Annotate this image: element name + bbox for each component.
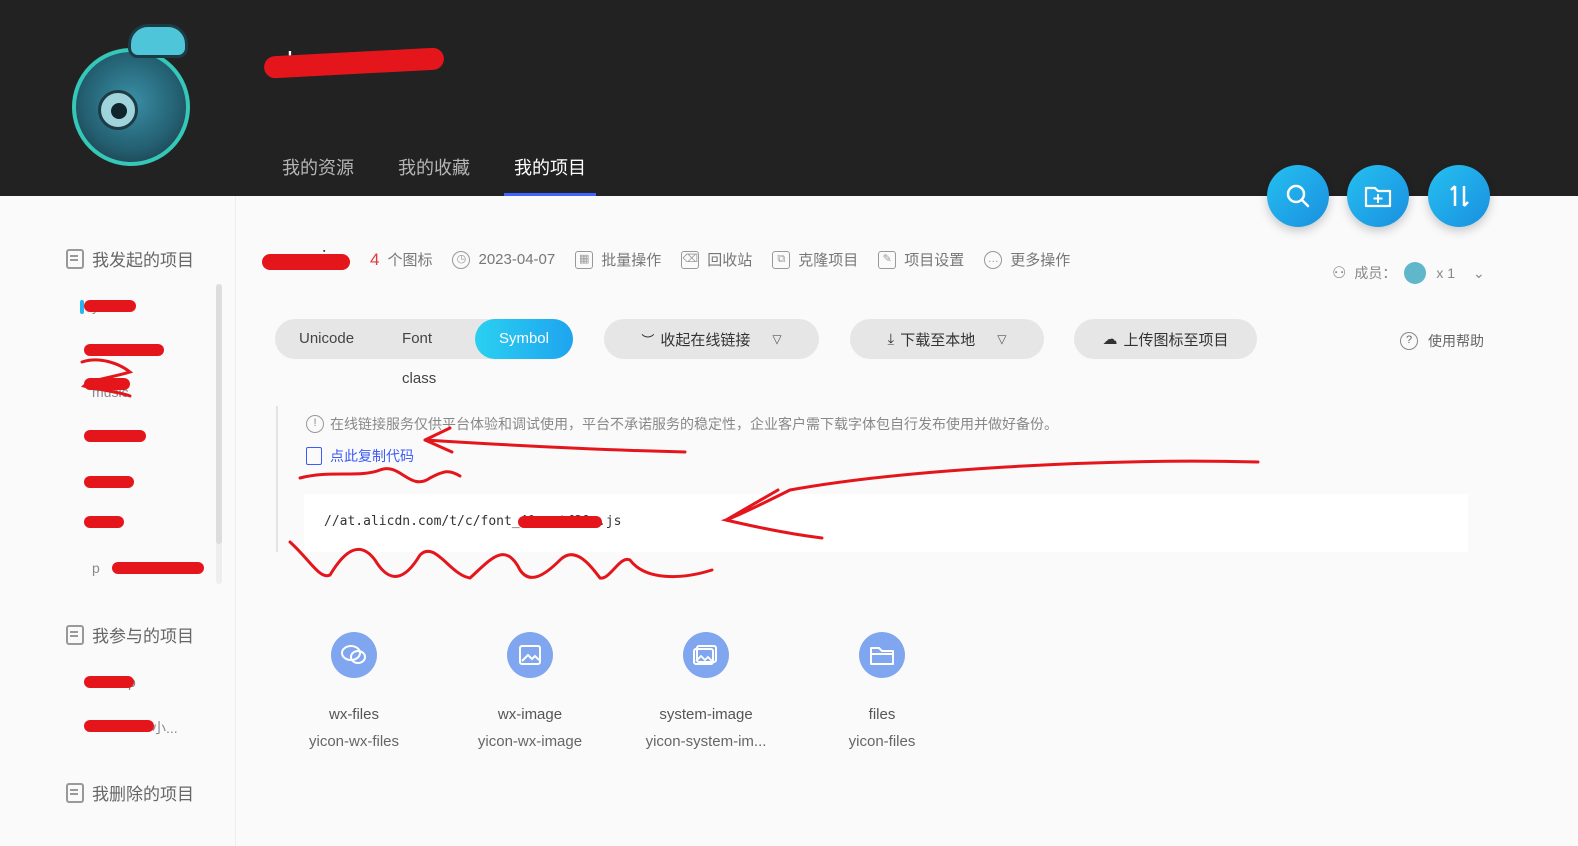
- clock-icon: ◷: [452, 250, 471, 269]
- batch-operation-button[interactable]: ▦ 批量操作: [575, 249, 661, 270]
- icon-code: yicon-wx-files: [308, 733, 399, 750]
- edit-icon: ✎: [878, 250, 897, 269]
- image-icon[interactable]: [507, 632, 553, 678]
- service-notice: ! 在线链接服务仅供平台体验和调试使用，平台不承诺服务的稳定性，企业客户需下载字…: [306, 414, 1058, 434]
- icon-name: wx-image: [497, 706, 563, 723]
- project-list-icon: [66, 624, 84, 645]
- tab-my-resources[interactable]: 我的资源: [282, 154, 354, 196]
- sidebar-project-item[interactable]: p: [84, 674, 136, 690]
- project-name: in: [262, 248, 352, 271]
- project-sidebar: 我发起的项目 y music p 我参与的项目 p 小... 我删除的项目: [0, 196, 236, 846]
- sidebar-project-item[interactable]: y: [84, 298, 136, 314]
- members-control[interactable]: ⚇ 成员： x 1 ⌄: [1332, 262, 1485, 284]
- cloud-upload-icon: ☁: [1102, 331, 1118, 348]
- tab-my-projects[interactable]: 我的项目: [504, 154, 596, 196]
- chevron-down-icon: ▽: [772, 332, 782, 346]
- redaction-scribble: [518, 516, 602, 528]
- sidebar-project-item[interactable]: music: [84, 378, 130, 400]
- avatar[interactable]: [72, 24, 190, 166]
- icon-code: yicon-system-im...: [645, 733, 767, 750]
- created-date: ◷ 2023-04-07: [452, 250, 555, 269]
- help-link[interactable]: ? 使用帮助: [1400, 331, 1484, 351]
- profile-tabs: 我的资源 我的收藏 我的项目: [282, 154, 630, 196]
- avatar-mascot-crest: [128, 24, 188, 58]
- trash-icon: ⌫: [681, 250, 700, 269]
- grid-icon: ▦: [575, 250, 594, 269]
- sort-icon: [1450, 185, 1469, 207]
- chevron-down-icon: ▽: [997, 332, 1007, 346]
- icon-card[interactable]: system-image yicon-system-im...: [631, 632, 781, 750]
- section-participating-projects[interactable]: 我参与的项目: [66, 622, 194, 647]
- more-icon: …: [984, 250, 1003, 269]
- project-info-bar: in 4 个图标 ◷2023-04-07 ▦批量操作 ⌫回收站 ⧉克隆项目 ✎项…: [262, 248, 1090, 271]
- icon-count-label: 个图标: [387, 252, 433, 269]
- format-switcher: Unicode Font class Symbol: [275, 319, 573, 387]
- clone-icon: ⧉: [772, 250, 791, 269]
- search-icon: [1286, 184, 1310, 208]
- tab-font-class[interactable]: Font class: [378, 319, 475, 387]
- profile-header: zh 我的资源 我的收藏 我的项目: [0, 0, 1578, 196]
- search-button[interactable]: [1267, 165, 1329, 227]
- online-link-panel: ! 在线链接服务仅供平台体验和调试使用，平台不承诺服务的稳定性，企业客户需下载字…: [276, 406, 1476, 552]
- upload-icons-button[interactable]: ☁ 上传图标至项目: [1074, 319, 1257, 359]
- section-my-created-projects[interactable]: 我发起的项目: [66, 246, 194, 271]
- more-actions-button[interactable]: … 更多操作: [984, 249, 1070, 270]
- icon-name: system-image: [659, 706, 753, 723]
- eye-closed-icon: ︶: [641, 332, 655, 348]
- icon-code: yicon-files: [848, 733, 916, 750]
- member-avatar: [1404, 262, 1427, 284]
- tab-my-favorites[interactable]: 我的收藏: [398, 154, 470, 196]
- username: zh: [263, 46, 445, 79]
- folder-icon[interactable]: [859, 632, 905, 678]
- redaction-scribble: [262, 254, 350, 270]
- icon-card[interactable]: wx-files yicon-wx-files: [279, 632, 429, 750]
- sidebar-scroll-thumb[interactable]: [216, 284, 222, 544]
- info-icon: !: [306, 415, 324, 433]
- project-list-icon: [66, 782, 84, 803]
- wechat-icon[interactable]: [331, 632, 377, 678]
- sidebar-project-item[interactable]: p: [92, 560, 204, 576]
- collapse-online-link-button[interactable]: ︶ 收起在线链接 ▽: [604, 319, 819, 359]
- new-project-button[interactable]: [1347, 165, 1409, 227]
- icon-name: files: [868, 706, 896, 723]
- download-button[interactable]: ⤓ 下载至本地 ▽: [850, 319, 1044, 359]
- sort-button[interactable]: [1428, 165, 1490, 227]
- question-icon: ?: [1400, 332, 1418, 350]
- copy-icon: [306, 447, 322, 465]
- project-settings-button[interactable]: ✎ 项目设置: [878, 249, 964, 270]
- copy-code-link[interactable]: 点此复制代码: [306, 446, 414, 466]
- sidebar-project-item[interactable]: 小...: [84, 718, 178, 738]
- icon-code: yicon-wx-image: [477, 733, 583, 750]
- download-icon: ⤓: [887, 330, 895, 348]
- avatar-mascot-eye: [98, 90, 138, 130]
- clone-project-button[interactable]: ⧉ 克隆项目: [772, 249, 858, 270]
- icon-name: wx-files: [328, 706, 379, 723]
- recycle-bin-button[interactable]: ⌫ 回收站: [681, 249, 752, 270]
- tab-symbol[interactable]: Symbol: [474, 319, 573, 359]
- chevron-down-icon: ⌄: [1473, 264, 1485, 281]
- icon-card[interactable]: files yicon-files: [807, 632, 957, 750]
- tab-unicode[interactable]: Unicode: [275, 319, 378, 359]
- add-folder-icon: [1364, 186, 1392, 208]
- icon-count: 4: [370, 249, 380, 269]
- project-list-icon: [66, 248, 84, 269]
- gallery-icon[interactable]: [683, 632, 729, 678]
- section-deleted-projects[interactable]: 我删除的项目: [66, 780, 194, 805]
- user-icon: ⚇: [1332, 265, 1347, 282]
- icon-card[interactable]: wx-image yicon-wx-image: [455, 632, 605, 750]
- font-url-code[interactable]: //at.alicdn.com/t/c/font_40 uxtf29e.js: [304, 494, 1468, 552]
